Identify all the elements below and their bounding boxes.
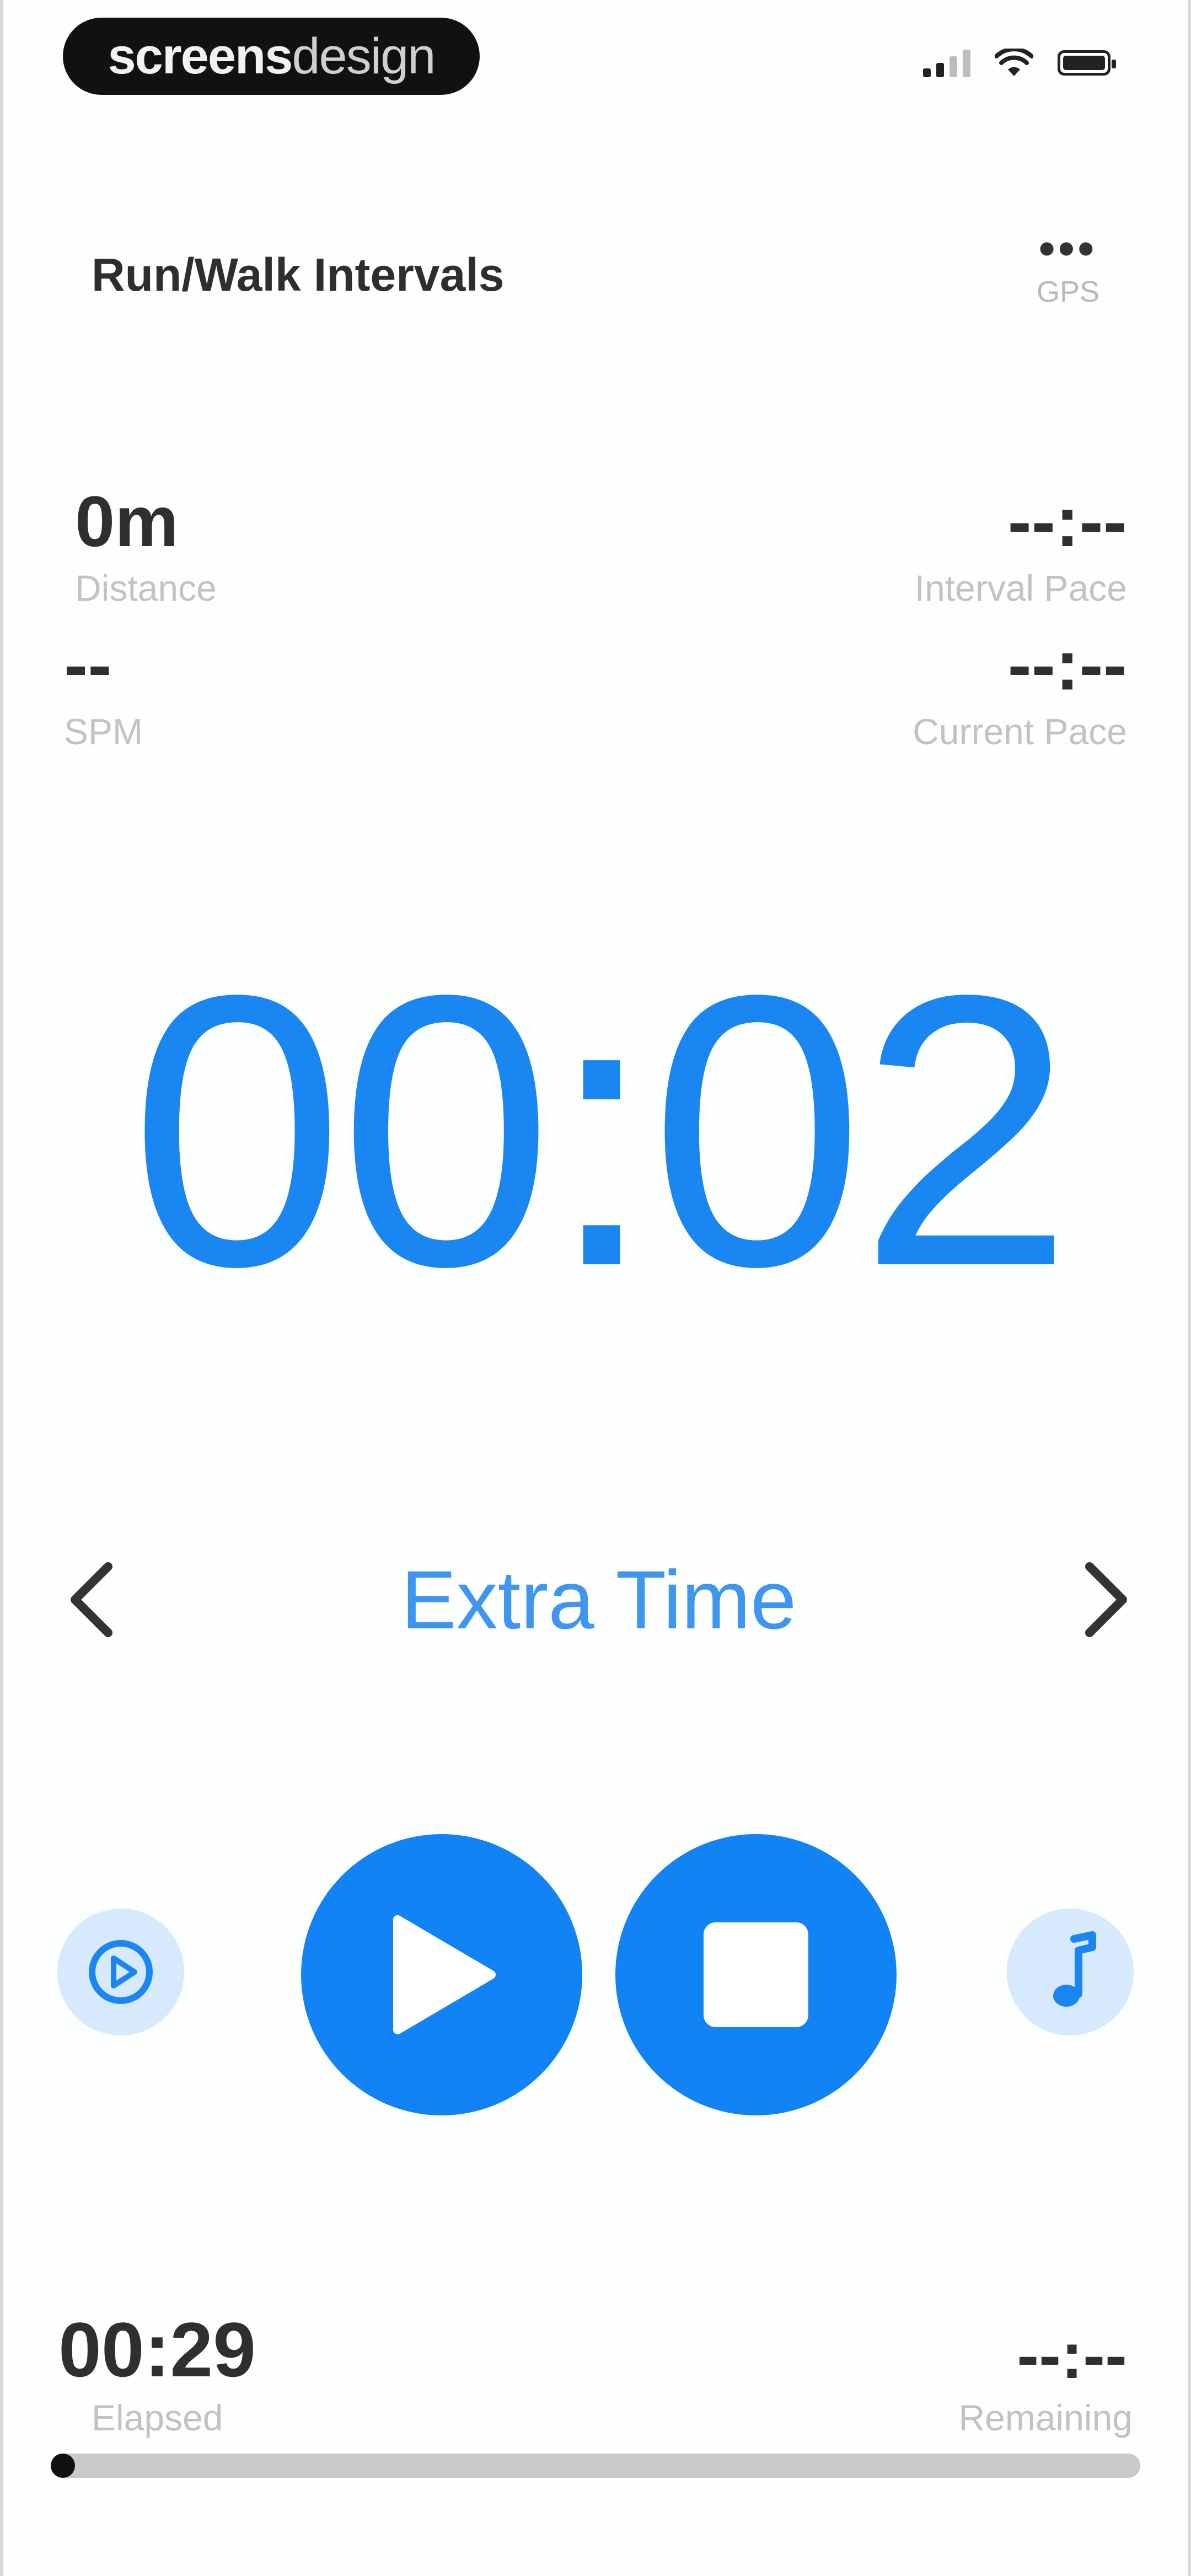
spm-value: -- (64, 624, 112, 705)
gps-indicator: ••• (1038, 222, 1098, 274)
current-pace-metric: --:-- Current Pace (913, 629, 1127, 752)
remaining-label: Remaining (958, 2397, 1133, 2438)
elapsed-label: Elapsed (92, 2397, 223, 2438)
progress-fill (51, 2454, 75, 2478)
workout-progress-bar (51, 2454, 1140, 2478)
gps-label: GPS (1036, 275, 1099, 308)
music-button[interactable] (1007, 1909, 1134, 2035)
chevron-right-icon (1085, 1562, 1127, 1637)
next-interval-button[interactable] (1067, 1556, 1145, 1644)
interval-pace-label: Interval Pace (914, 568, 1127, 608)
play-button[interactable] (301, 1834, 582, 2115)
interval-name: Extra Time (401, 1553, 797, 1646)
battery-icon (1058, 50, 1116, 76)
play-circle-icon (89, 1940, 153, 2004)
distance-value: 0m (75, 481, 179, 562)
interval-timer: 00:02 (130, 915, 1074, 1346)
play-icon (393, 1915, 496, 2034)
remaining-value: --:-- (1017, 2318, 1127, 2392)
spm-metric: -- SPM (64, 629, 143, 752)
app-screen: screens design Run/Walk Intervals ••• GPS… (0, 0, 1191, 2576)
brand-logo-bold: screens (108, 28, 293, 84)
stop-button[interactable] (615, 1834, 897, 2115)
interval-pace-metric: --:-- Interval Pace (915, 485, 1127, 609)
cellular-signal-icon (923, 49, 970, 77)
interval-pace-value: --:-- (1007, 481, 1127, 562)
status-icons (923, 49, 1116, 77)
wifi-icon (995, 49, 1033, 76)
voice-feedback-button[interactable] (57, 1909, 184, 2035)
brand-logo: screens design (63, 18, 480, 95)
distance-metric: 0m Distance (75, 485, 217, 609)
interval-nav: Extra Time (3, 1533, 1191, 1666)
current-pace-label: Current Pace (913, 711, 1127, 752)
page-title: Run/Walk Intervals (92, 249, 505, 301)
stop-icon (704, 1922, 808, 2027)
distance-label: Distance (75, 568, 217, 608)
music-note-icon (1053, 1931, 1096, 2007)
current-pace-value: --:-- (1007, 624, 1127, 705)
brand-logo-thin: design (292, 28, 436, 84)
elapsed-value: 00:29 (58, 2306, 256, 2393)
gps-status: ••• GPS (1036, 222, 1099, 309)
spm-label: SPM (64, 711, 143, 752)
